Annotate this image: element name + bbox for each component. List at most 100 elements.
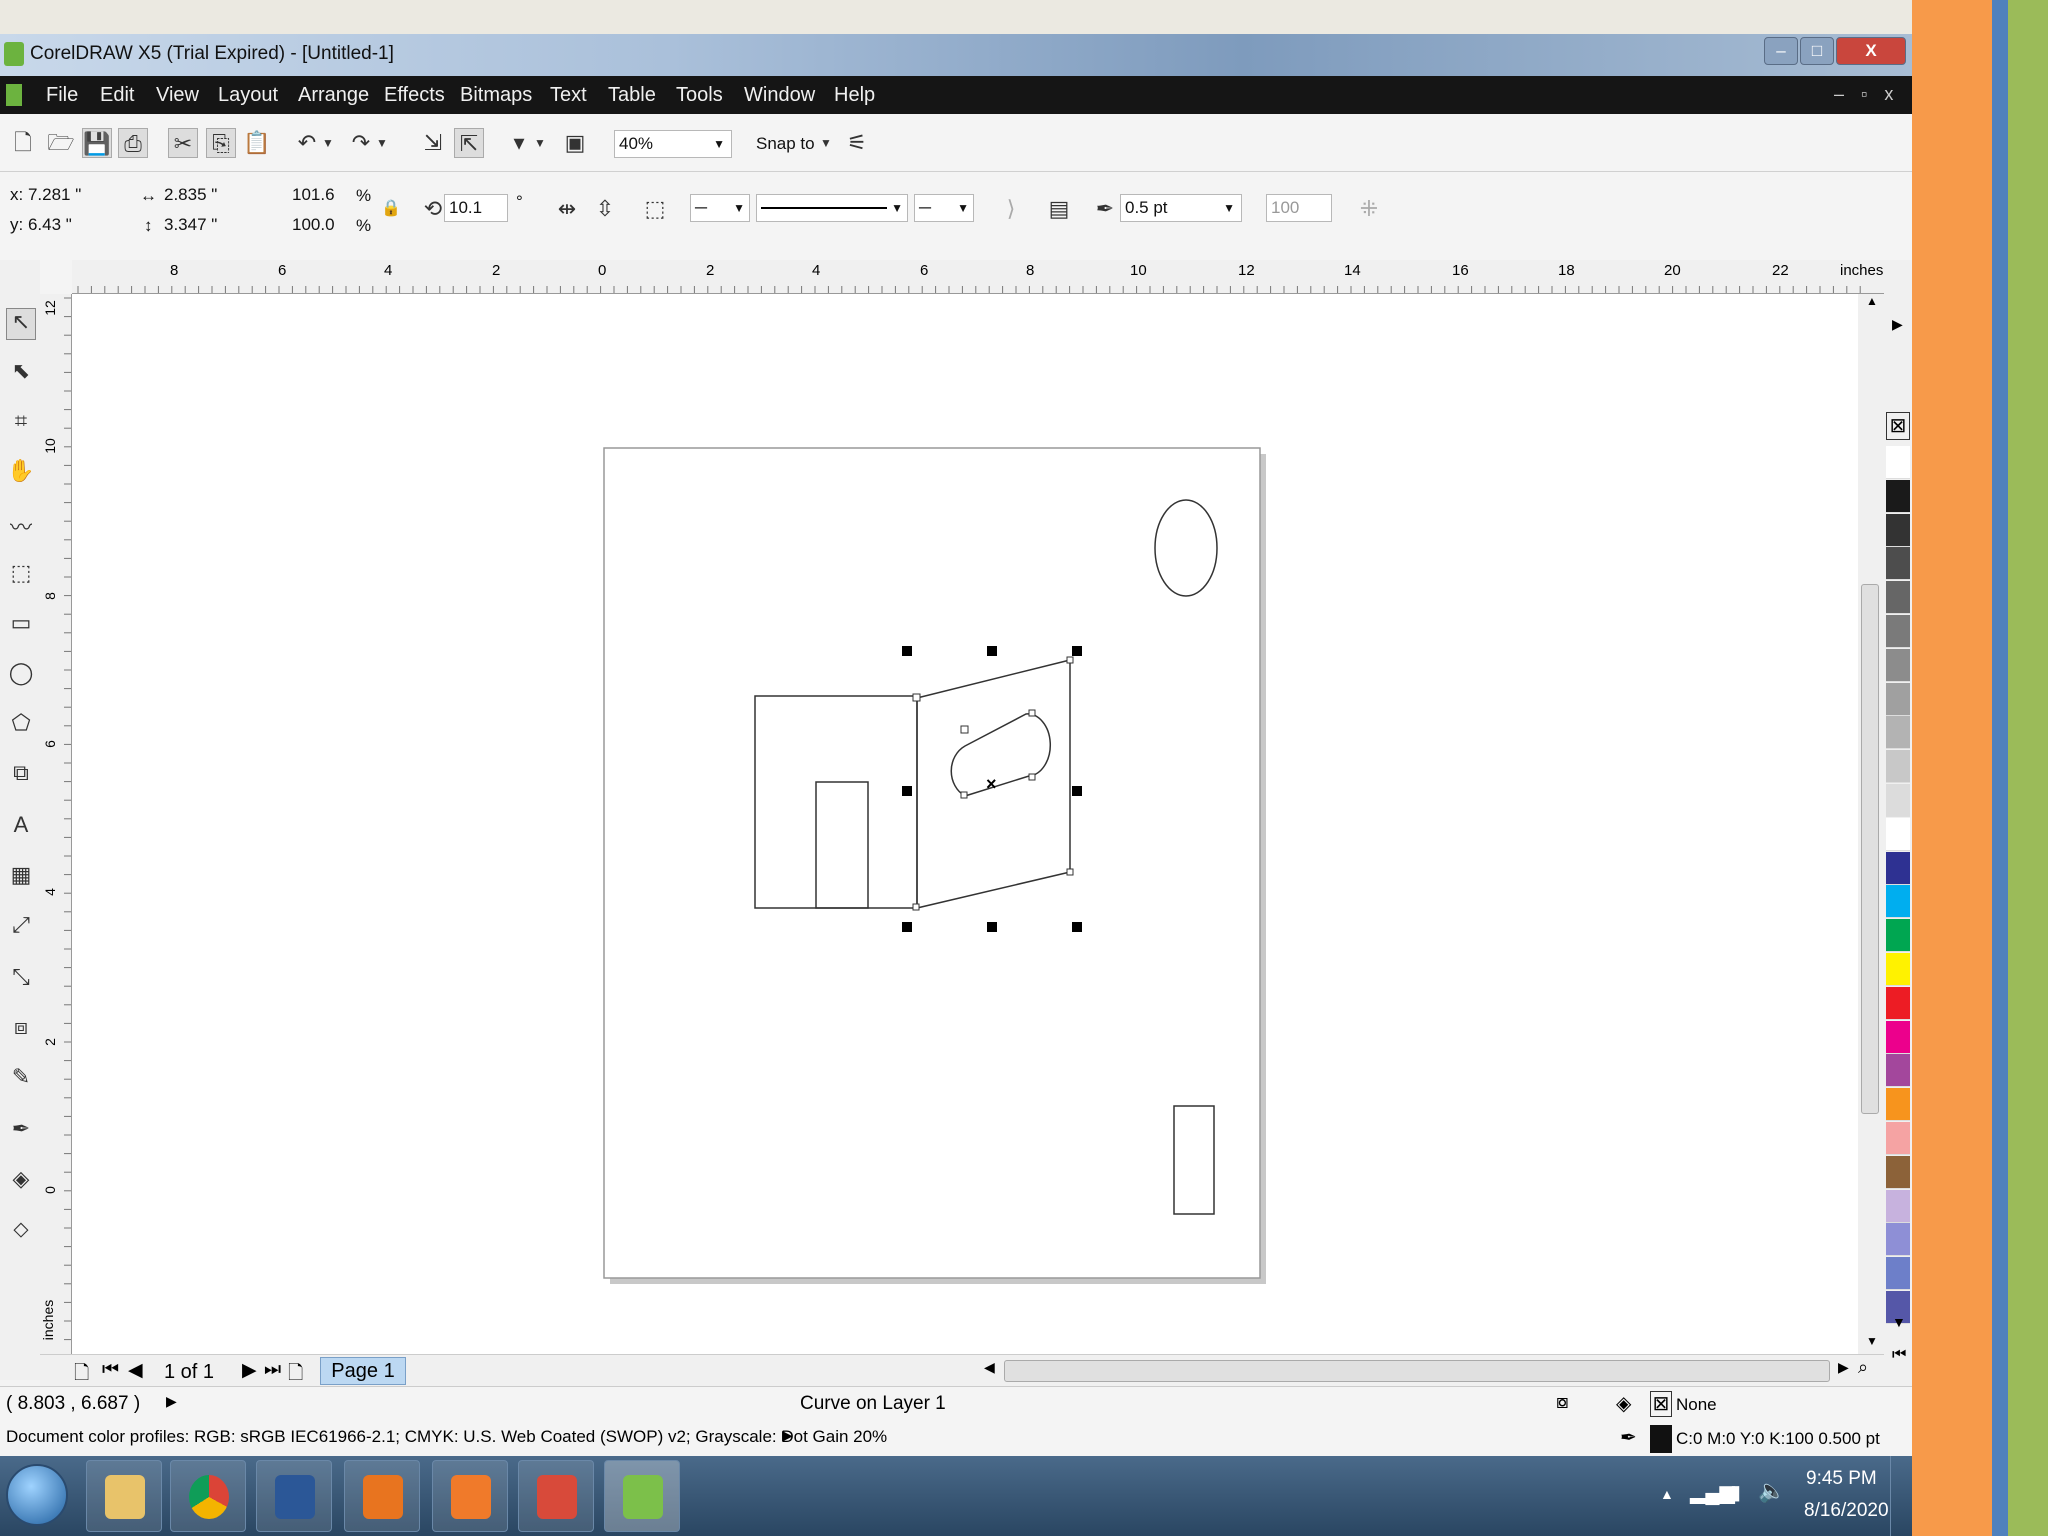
start-arrowhead-selector[interactable]: ─ ▼ (690, 194, 750, 222)
menu-help[interactable]: Help (834, 84, 875, 107)
taskbar-app-6[interactable] (518, 1460, 594, 1532)
center-of-rotation-marker[interactable]: × (986, 774, 997, 794)
volume-icon[interactable]: 🔈 (1758, 1478, 1785, 1504)
basic-shapes-tool-icon[interactable]: ⧉ (6, 760, 36, 792)
zoom-level-dropdown[interactable]: 40% ▼ (614, 130, 732, 158)
curve-smoothing-field[interactable]: 100 (1266, 194, 1332, 222)
palette-swatch[interactable] (1886, 851, 1910, 885)
blend-tool-icon[interactable]: ⧈ (6, 1014, 36, 1046)
dimension-tool-icon[interactable]: ⤢ (6, 912, 36, 944)
menu-arrange[interactable]: Arrange (298, 84, 369, 107)
palette-swatch[interactable] (1886, 513, 1910, 547)
drawing-canvas[interactable]: × (72, 294, 1860, 1354)
taskbar-coreldraw[interactable] (604, 1460, 680, 1532)
snap-to-button[interactable]: Snap to (756, 134, 815, 154)
line-style-selector[interactable]: ▼ (756, 194, 908, 222)
last-page-icon[interactable]: ⏭ (264, 1359, 281, 1381)
palette-swatch[interactable] (1886, 953, 1910, 986)
next-page-icon[interactable]: ▶ (242, 1359, 257, 1382)
table-tool-icon[interactable]: ▦ (6, 862, 36, 894)
x-position-field[interactable]: x: 7.281 " (6, 182, 130, 210)
mirror-vertical-icon[interactable]: ⇳ (590, 194, 620, 224)
end-arrowhead-selector[interactable]: ─ ▼ (914, 194, 974, 222)
palette-swatch[interactable] (1886, 1088, 1910, 1122)
rectangle-tool-icon[interactable]: ▭ (6, 610, 36, 642)
show-hidden-icons-icon[interactable]: ▲ (1660, 1486, 1674, 1502)
outline-width-dropdown[interactable]: 0.5 pt ▼ (1120, 194, 1242, 222)
import-icon[interactable]: ⇲ (418, 128, 448, 158)
new-document-icon[interactable]: 🗋 (8, 128, 38, 158)
scroll-down-arrow-icon[interactable]: ▼ (1866, 1334, 1878, 1348)
palette-swatch[interactable] (1886, 479, 1910, 513)
palette-swatch[interactable] (1886, 1223, 1910, 1257)
horizontal-scroll-thumb[interactable] (1004, 1360, 1830, 1382)
taskbar-file-explorer[interactable] (86, 1460, 162, 1532)
copy-icon[interactable]: ⎘ (206, 128, 236, 158)
node-edit-icon[interactable]: ⬚ (640, 194, 670, 224)
save-icon[interactable]: 💾 (82, 128, 112, 158)
close-curve-icon[interactable]: ⟩ (996, 194, 1026, 224)
mirror-horizontal-icon[interactable]: ⇹ (552, 194, 582, 224)
no-color-swatch-icon[interactable]: ⊠ (1886, 412, 1910, 440)
menu-file[interactable]: File (46, 84, 78, 107)
scale-y-field[interactable]: 100.0 (288, 212, 348, 240)
text-tool-icon[interactable]: A (6, 812, 36, 844)
object-height-field[interactable]: 3.347 " (160, 212, 264, 240)
palette-swatch[interactable] (1886, 547, 1910, 581)
polygon-tool-icon[interactable]: ⬠ (6, 710, 36, 742)
minimize-button[interactable]: – (1764, 37, 1798, 65)
color-proof-icon[interactable]: ⧇ (1556, 1391, 1569, 1414)
cut-icon[interactable]: ✂ (168, 128, 198, 158)
menu-tools[interactable]: Tools (676, 84, 723, 107)
palette-swatch[interactable] (1886, 885, 1910, 919)
vertical-scroll-thumb[interactable] (1861, 584, 1879, 1114)
pan-tool-icon[interactable]: ✋ (6, 458, 36, 490)
wrap-text-icon[interactable]: ▤ (1044, 194, 1074, 224)
status-expand-arrow-icon[interactable]: ▶ (166, 1393, 177, 1410)
vertical-scrollbar[interactable]: ▲ ▼ (1858, 294, 1884, 1354)
palette-expand-icon[interactable]: ⏮ (1892, 1346, 1906, 1364)
clock-time[interactable]: 9:45 PM (1806, 1468, 1877, 1490)
palette-swatch[interactable] (1886, 716, 1910, 750)
document-color-profiles[interactable]: Document color profiles: RGB: sRGB IEC61… (6, 1427, 887, 1447)
eyedropper-tool-icon[interactable]: ✎ (6, 1064, 36, 1096)
page-tab[interactable]: Page 1 (320, 1357, 406, 1385)
menu-bitmaps[interactable]: Bitmaps (460, 84, 532, 107)
export-icon[interactable]: ⇱ (454, 128, 484, 158)
vertical-ruler[interactable]: 12 10 8 6 4 2 0 inches (40, 294, 72, 1354)
palette-swatch[interactable] (1886, 1122, 1910, 1155)
palette-scroll-right-icon[interactable]: ▶ (1892, 316, 1903, 333)
print-icon[interactable]: ⎙ (118, 128, 148, 158)
taskbar-app-5[interactable] (432, 1460, 508, 1532)
network-icon[interactable]: ▂▄▆ (1690, 1480, 1735, 1505)
horizontal-ruler[interactable]: 8 6 4 2 0 2 4 6 8 10 12 14 16 18 20 22 i… (72, 260, 1884, 294)
interactive-fill-tool-icon[interactable]: ⬦ (6, 1216, 36, 1248)
lock-ratio-icon[interactable]: 🔒 (376, 194, 406, 224)
profiles-expand-arrow-icon[interactable]: ▶ (782, 1427, 793, 1444)
undo-icon[interactable]: ↶ (292, 128, 322, 158)
battery-icon[interactable]: ▮ (1730, 1480, 1741, 1505)
first-page-icon[interactable]: ⏮ (102, 1359, 119, 1381)
taskbar-app-4[interactable] (344, 1460, 420, 1532)
launcher-dropdown-icon[interactable]: ▼ (532, 128, 548, 158)
menu-effects[interactable]: Effects (384, 84, 445, 107)
menu-window[interactable]: Window (744, 84, 815, 107)
pick-tool-icon[interactable]: ↖ (6, 308, 36, 340)
palette-swatch[interactable] (1886, 1155, 1910, 1189)
show-desktop-button[interactable] (1890, 1456, 1910, 1536)
document-window-controls[interactable]: – ▫ x (1834, 84, 1899, 105)
palette-swatch[interactable] (1886, 750, 1910, 784)
taskbar-chrome[interactable] (170, 1460, 246, 1532)
snap-to-dropdown-icon[interactable]: ▼ (818, 128, 834, 158)
menu-table[interactable]: Table (608, 84, 656, 107)
palette-swatch[interactable] (1886, 986, 1910, 1020)
shape-tool-icon[interactable]: ⬉ (6, 358, 36, 390)
undo-dropdown-icon[interactable]: ▼ (320, 128, 336, 158)
close-button[interactable]: X (1836, 37, 1906, 65)
h-scroll-right-arrow-icon[interactable]: ▶ (1838, 1359, 1849, 1376)
palette-swatch[interactable] (1886, 648, 1910, 682)
prev-page-icon[interactable]: ◀ (128, 1359, 143, 1382)
menu-layout[interactable]: Layout (218, 84, 278, 107)
extend-curve-icon[interactable]: ⁜ (1354, 194, 1384, 224)
menu-edit[interactable]: Edit (100, 84, 134, 107)
